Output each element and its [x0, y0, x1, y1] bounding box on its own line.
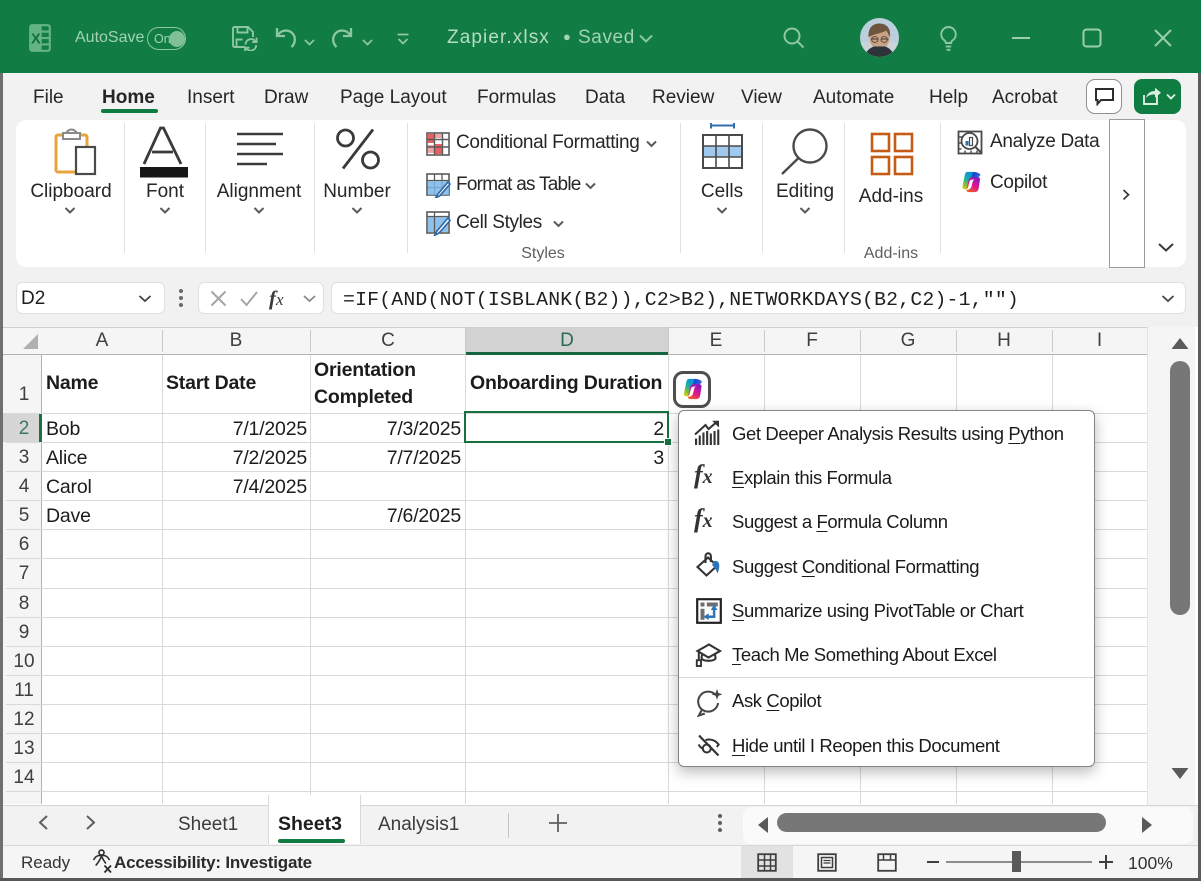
svg-text:X: X — [31, 32, 41, 48]
